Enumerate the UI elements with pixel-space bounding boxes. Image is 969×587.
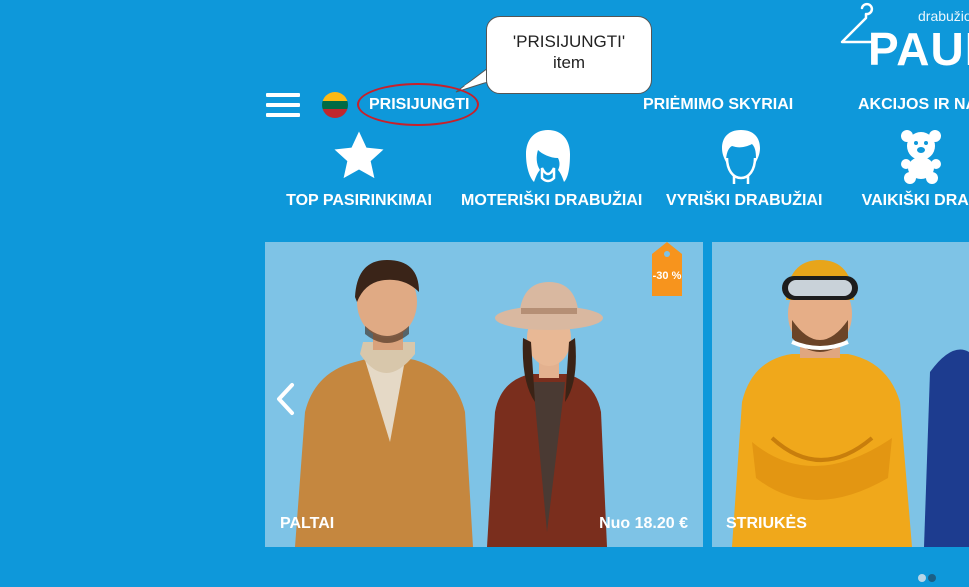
menu-hamburger-icon[interactable]	[266, 93, 300, 119]
star-icon	[334, 131, 384, 179]
callout-line1: 'PRISIJUNGTI'	[512, 32, 626, 51]
annotation-callout: 'PRISIJUNGTI' item	[486, 16, 652, 94]
category-label: MOTERIŠKI DRABUŽIAI	[461, 192, 643, 209]
jackets-photo	[732, 260, 969, 547]
category-label: TOP PASIRINKIMAI	[286, 192, 432, 209]
discount-tag: -30 %	[648, 242, 686, 298]
category-label: VYRIŠKI DRABUŽIAI	[666, 192, 823, 209]
site-logo[interactable]: drabužio PAULI	[838, 0, 969, 80]
card-title: PALTAI	[280, 515, 335, 532]
card-title: STRIUKĖS	[726, 515, 807, 532]
logo-name: PAULI	[868, 23, 969, 75]
category-men[interactable]: VYRIŠKI DRABUŽIAI	[666, 128, 823, 210]
product-card-jackets[interactable]: STRIUKĖS	[712, 242, 969, 547]
category-kids[interactable]: VAIKIŠKI DRAB	[856, 128, 969, 210]
product-card-coats[interactable]: PALTAI Nuo 18.20 €	[265, 242, 703, 547]
callout-line2: item	[552, 53, 586, 72]
carousel-prev-arrow-icon[interactable]	[274, 382, 298, 416]
discount-text: -30 %	[652, 270, 682, 282]
teddy-bear-icon	[901, 130, 941, 184]
man-hair-icon	[722, 130, 760, 184]
coats-photo	[295, 260, 607, 547]
pagination-dot-active[interactable]	[928, 574, 936, 582]
woman-hair-icon	[526, 130, 570, 183]
category-top-picks[interactable]: TOP PASIRINKIMAI	[286, 128, 432, 210]
login-highlight-ring	[357, 83, 479, 126]
category-label: VAIKIŠKI DRAB	[861, 192, 969, 209]
carousel-pagination	[918, 569, 938, 587]
pagination-dot[interactable]	[918, 574, 926, 582]
nav-receiving-points-link[interactable]: PRIĖMIMO SKYRIAI	[643, 96, 793, 114]
lithuania-flag-icon[interactable]	[322, 92, 348, 118]
card-price: Nuo 18.20 €	[599, 515, 688, 532]
category-women[interactable]: MOTERIŠKI DRABUŽIAI	[461, 128, 643, 210]
nav-sales-link[interactable]: AKCIJOS IR NA	[858, 96, 969, 114]
